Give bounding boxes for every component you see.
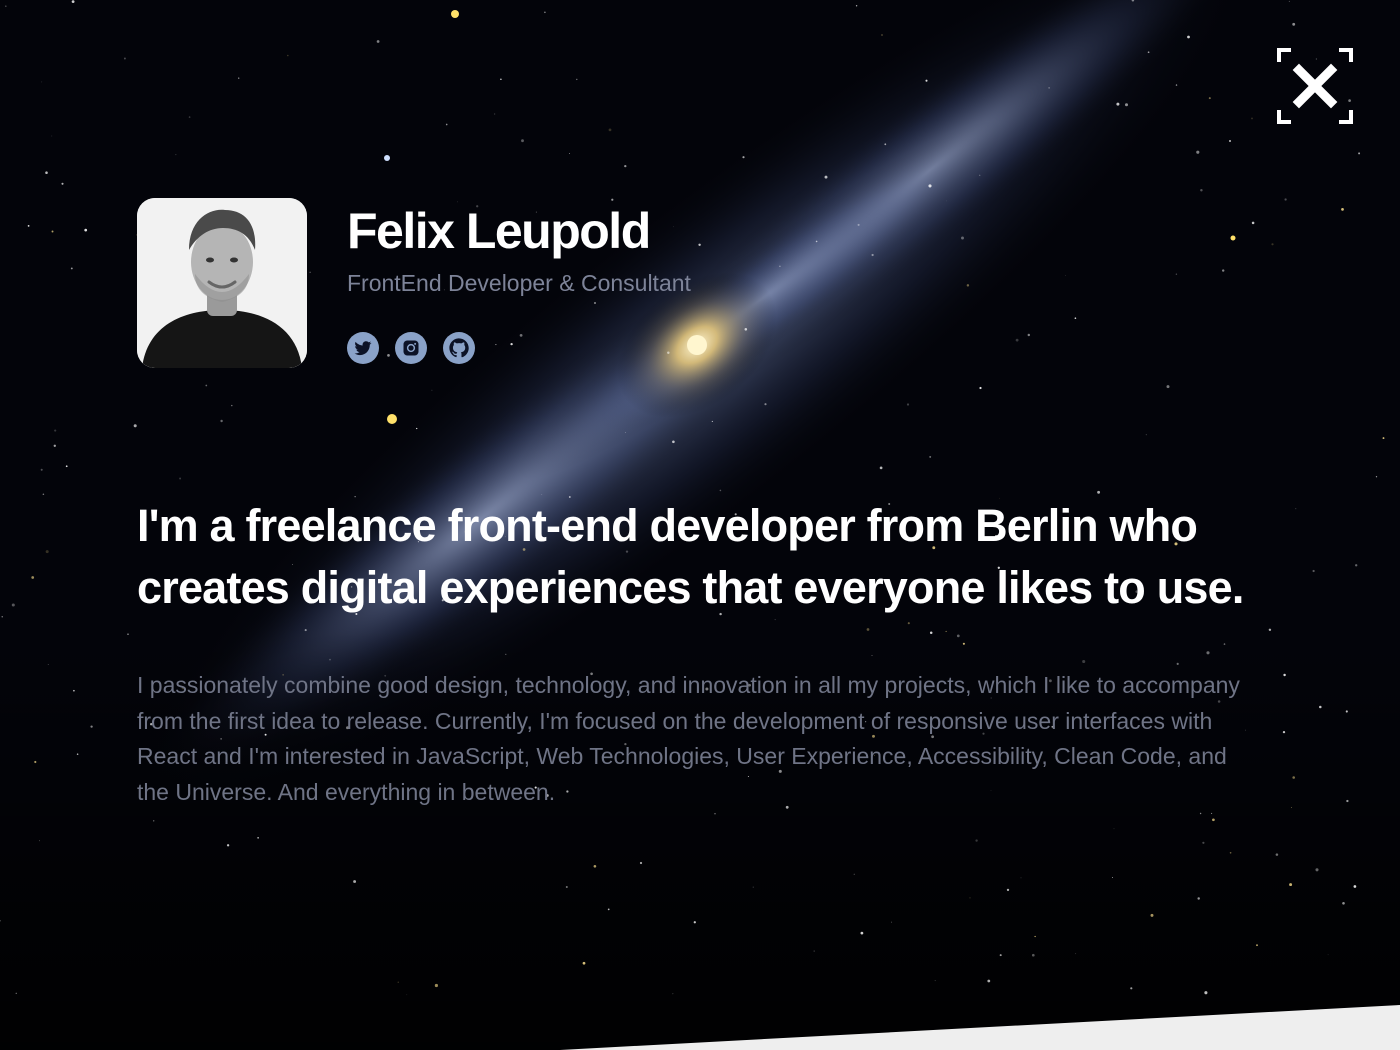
twitter-link[interactable] [347, 332, 379, 364]
github-icon [449, 338, 469, 358]
social-links [347, 332, 475, 364]
instagram-icon [403, 340, 419, 356]
intro-bio: I passionately combine good design, tech… [137, 672, 1240, 805]
instagram-link[interactable] [395, 332, 427, 364]
profile-role: FrontEnd Developer & Consultant [347, 270, 691, 296]
profile-header: Felix Leupold FrontEnd Developer & Consu… [137, 198, 837, 373]
avatar [137, 198, 307, 368]
profile-name: Felix Leupold [347, 203, 651, 259]
github-link[interactable] [443, 332, 475, 364]
twitter-icon [354, 341, 372, 356]
portrait-photo [137, 198, 307, 368]
intro-headline: I'm a freelance front-end developer from… [137, 500, 1244, 613]
close-icon [1277, 48, 1353, 124]
close-button[interactable] [1277, 48, 1353, 124]
